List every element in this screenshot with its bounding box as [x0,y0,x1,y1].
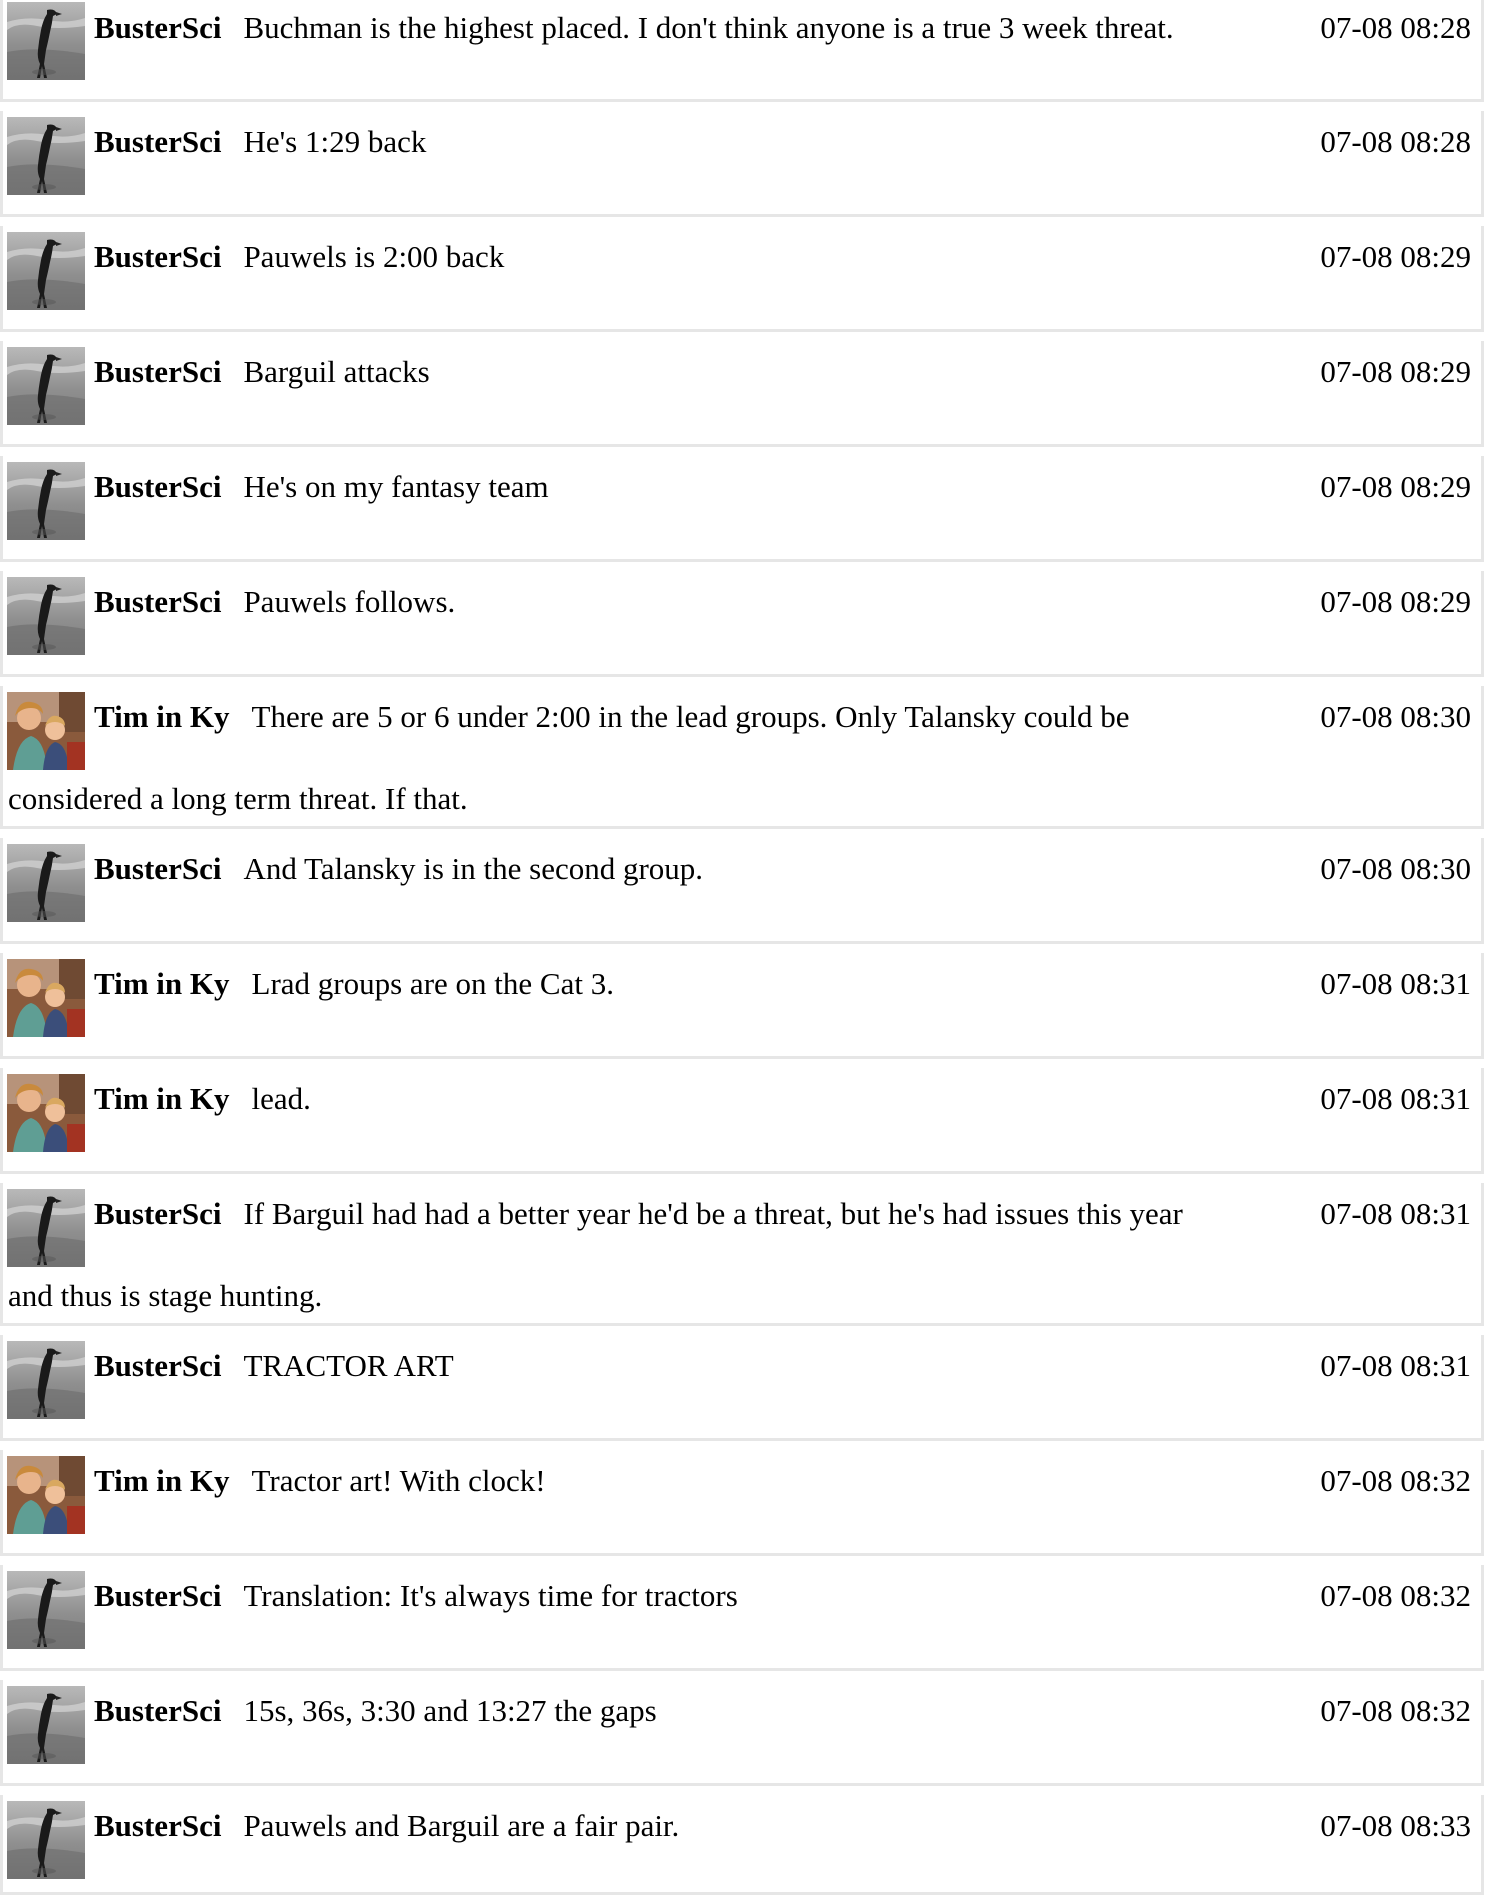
message-text: Lrad groups are on the Cat 3. [251,966,614,1001]
chat-message: BusterSci Pauwels follows. 07-08 08:29 [0,571,1484,677]
message-line: BusterSci Translation: It's always time f… [94,1576,1471,1616]
message-timestamp: 07-08 08:29 [1316,582,1471,622]
crow-avatar-icon[interactable] [7,2,85,80]
message-line: BusterSci 15s, 36s, 3:30 and 13:27 the ga… [94,1691,1471,1731]
chat-message: BusterSci If Barguil had had a better yea… [0,1183,1484,1326]
chat-message: BusterSci Pauwels is 2:00 back 07-08 08:29 [0,226,1484,332]
message-timestamp: 07-08 08:29 [1316,467,1471,507]
message-author[interactable]: BusterSci [94,851,221,886]
chat-message: BusterSci Barguil attacks 07-08 08:29 [0,341,1484,447]
message-line: BusterSci Pauwels and Barguil are a fair … [94,1806,1471,1846]
message-text: If Barguil had had a better year he'd be… [243,1196,1183,1231]
kids-photo-avatar-icon[interactable] [7,1074,85,1152]
message-line: BusterSci Barguil attacks [94,352,1471,392]
message-author[interactable]: BusterSci [94,239,221,274]
message-text: Tractor art! With clock! [251,1463,546,1498]
message-timestamp: 07-08 08:31 [1316,1079,1471,1119]
message-timestamp: 07-08 08:30 [1316,697,1471,737]
message-author[interactable]: BusterSci [94,584,221,619]
kids-photo-avatar-icon[interactable] [7,692,85,770]
message-line: Tim in Ky Lrad groups are on the Cat 3. [94,964,1471,1004]
message-timestamp: 07-08 08:33 [1316,1806,1471,1846]
message-author[interactable]: BusterSci [94,354,221,389]
chat-message: Tim in Ky lead. 07-08 08:31 [0,1068,1484,1174]
chat-message: BusterSci He's 1:29 back 07-08 08:28 [0,111,1484,217]
message-timestamp: 07-08 08:28 [1316,122,1471,162]
message-line: Tim in Ky lead. [94,1079,1471,1119]
chat-message: BusterSci He's on my fantasy team 07-08 08… [0,456,1484,562]
message-author[interactable]: BusterSci [94,1693,221,1728]
crow-avatar-icon[interactable] [7,1341,85,1419]
message-timestamp: 07-08 08:32 [1316,1691,1471,1731]
message-author[interactable]: BusterSci [94,124,221,159]
chat-message: Tim in Ky Lrad groups are on the Cat 3. 07… [0,953,1484,1059]
message-line: BusterSci And Talansky is in the second g… [94,849,1471,889]
crow-avatar-icon[interactable] [7,1686,85,1764]
message-timestamp: 07-08 08:30 [1316,849,1471,889]
message-line: BusterSci He's on my fantasy team [94,467,1471,507]
chat-message: Tim in Ky There are 5 or 6 under 2:00 in … [0,686,1484,829]
message-author[interactable]: Tim in Ky [94,1081,230,1116]
kids-photo-avatar-icon[interactable] [7,1456,85,1534]
crow-avatar-icon[interactable] [7,232,85,310]
message-text-continued: considered a long term threat. If that. [8,781,468,816]
message-text: Pauwels follows. [243,584,456,619]
message-text: Barguil attacks [243,354,430,389]
chat-message: BusterSci Translation: It's always time f… [0,1565,1484,1671]
chat-message: BusterSci Buchman is the highest placed. … [0,0,1484,102]
message-text: Pauwels is 2:00 back [243,239,505,274]
crow-avatar-icon[interactable] [7,117,85,195]
message-timestamp: 07-08 08:31 [1316,1346,1471,1386]
message-author[interactable]: BusterSci [94,469,221,504]
crow-avatar-icon[interactable] [7,347,85,425]
message-text: 15s, 36s, 3:30 and 13:27 the gaps [243,1693,657,1728]
message-timestamp: 07-08 08:29 [1316,237,1471,277]
message-text: He's on my fantasy team [243,469,549,504]
crow-avatar-icon[interactable] [7,1801,85,1879]
message-text: lead. [251,1081,311,1116]
message-line: BusterSci Pauwels follows. [94,582,1471,622]
message-line: Tim in Ky There are 5 or 6 under 2:00 in … [94,697,1471,737]
chat-message: BusterSci And Talansky is in the second g… [0,838,1484,944]
message-author[interactable]: Tim in Ky [94,699,230,734]
message-timestamp: 07-08 08:29 [1316,352,1471,392]
message-timestamp: 07-08 08:31 [1316,1194,1471,1234]
crow-avatar-icon[interactable] [7,462,85,540]
message-text: There are 5 or 6 under 2:00 in the lead … [251,699,1130,734]
message-text: Buchman is the highest placed. I don't t… [243,10,1174,45]
chat-message: Tim in Ky Tractor art! With clock! 07-08 0… [0,1450,1484,1556]
chat-message: BusterSci 15s, 36s, 3:30 and 13:27 the ga… [0,1680,1484,1786]
message-line: BusterSci If Barguil had had a better yea… [94,1194,1471,1234]
message-text: He's 1:29 back [243,124,427,159]
message-author[interactable]: BusterSci [94,10,221,45]
message-timestamp: 07-08 08:32 [1316,1461,1471,1501]
message-line: BusterSci TRACTOR ART [94,1346,1471,1386]
kids-photo-avatar-icon[interactable] [7,959,85,1037]
message-author[interactable]: BusterSci [94,1348,221,1383]
message-line: Tim in Ky Tractor art! With clock! [94,1461,1471,1501]
message-text: Pauwels and Barguil are a fair pair. [243,1808,680,1843]
message-text: And Talansky is in the second group. [243,851,704,886]
crow-avatar-icon[interactable] [7,577,85,655]
message-line: BusterSci Pauwels is 2:00 back [94,237,1471,277]
message-line: BusterSci Buchman is the highest placed. … [94,8,1471,48]
message-author[interactable]: BusterSci [94,1808,221,1843]
message-author[interactable]: BusterSci [94,1578,221,1613]
message-text-continued: and thus is stage hunting. [8,1278,323,1313]
message-author[interactable]: Tim in Ky [94,966,230,1001]
message-text: Translation: It's always time for tracto… [243,1578,738,1613]
message-timestamp: 07-08 08:32 [1316,1576,1471,1616]
message-text: TRACTOR ART [243,1348,454,1383]
message-timestamp: 07-08 08:31 [1316,964,1471,1004]
crow-avatar-icon[interactable] [7,1189,85,1267]
chat-message: BusterSci TRACTOR ART 07-08 08:31 [0,1335,1484,1441]
crow-avatar-icon[interactable] [7,844,85,922]
message-line: BusterSci He's 1:29 back [94,122,1471,162]
message-timestamp: 07-08 08:28 [1316,8,1471,48]
message-author[interactable]: BusterSci [94,1196,221,1231]
crow-avatar-icon[interactable] [7,1571,85,1649]
chat-message: BusterSci Pauwels and Barguil are a fair … [0,1795,1484,1895]
chat-log: BusterSci Buchman is the highest placed. … [0,0,1488,1895]
message-author[interactable]: Tim in Ky [94,1463,230,1498]
